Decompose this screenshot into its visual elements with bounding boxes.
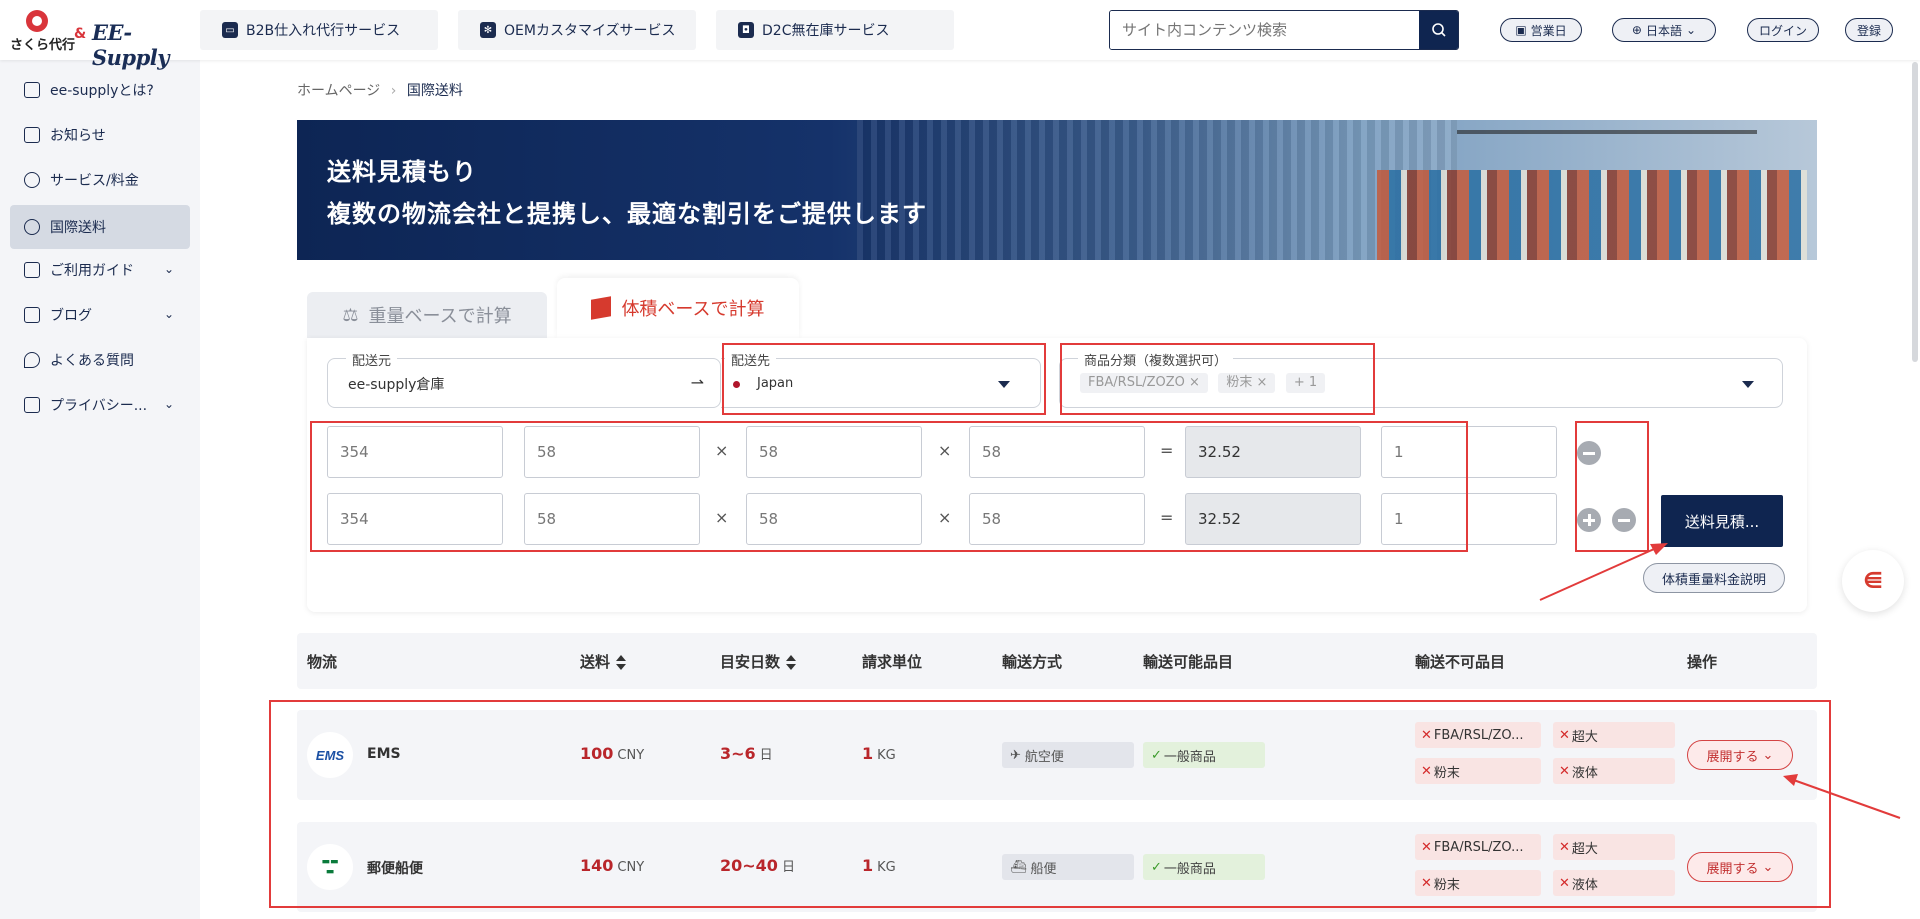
- logo-jp-text: さくら代行: [10, 38, 76, 53]
- faq-icon: [24, 352, 40, 368]
- sidebar-item-blog[interactable]: ブログ ⌄: [10, 293, 190, 337]
- business-days-button[interactable]: ▣ 営業日: [1500, 18, 1582, 42]
- search-icon: [1431, 23, 1446, 37]
- search-button[interactable]: [1419, 11, 1458, 49]
- language-select[interactable]: ⊕ 日本語 ⌄: [1612, 18, 1716, 42]
- sidebar-item-about[interactable]: ee-supplyとは?: [10, 68, 190, 112]
- megaphone-icon: [24, 127, 40, 143]
- login-label: ログイン: [1758, 23, 1807, 38]
- chevron-down-icon: ⌄: [163, 397, 174, 411]
- sidebar-item-label: プライバシー...: [50, 398, 148, 414]
- top-header: さくら代行 & EE-Supply ▭ B2B仕入れ代行サービス ✻ OEMカス…: [0, 0, 1920, 70]
- sidebar-item-guide[interactable]: ご利用ガイド ⌄: [10, 248, 190, 292]
- sidebar-item-shipping[interactable]: 国際送料: [10, 205, 190, 249]
- scrollbar[interactable]: [1912, 62, 1918, 362]
- logo-brand: EE-Supply: [92, 20, 169, 70]
- menu-toggle-button[interactable]: ⋹: [1842, 550, 1904, 612]
- login-button[interactable]: ログイン: [1747, 18, 1819, 42]
- service-d2c-label: D2C無在庫サービス: [762, 23, 890, 39]
- arrowhead: [1783, 774, 1798, 786]
- sidebar-item-label: お知らせ: [50, 128, 106, 144]
- chevron-down-icon: ⌄: [163, 262, 174, 276]
- sidebar-item-faq[interactable]: よくある質問: [10, 338, 190, 382]
- sidebar-item-news[interactable]: お知らせ: [10, 113, 190, 157]
- list-collapse-icon: ⋹: [1863, 568, 1883, 594]
- site-search: [1109, 10, 1459, 50]
- site-logo[interactable]: さくら代行 & EE-Supply: [8, 8, 190, 70]
- language-label: 日本語: [1645, 23, 1682, 38]
- blog-icon: [24, 307, 40, 323]
- annotation-arrows: [1539, 543, 1901, 819]
- guide-icon: [24, 262, 40, 278]
- privacy-icon: [24, 397, 40, 413]
- shopping-bag-icon: ◘: [738, 22, 754, 38]
- chevron-down-icon: ⌄: [1686, 23, 1697, 37]
- search-input[interactable]: [1110, 11, 1420, 49]
- arrow-to-quote: [1539, 544, 1664, 601]
- bag-icon: ▭: [222, 22, 238, 38]
- sidebar-item-label: サービス/料金: [50, 173, 139, 189]
- service-oem-button[interactable]: ✻ OEMカスタマイズサービス: [458, 10, 696, 50]
- arrow-to-expand: [1787, 777, 1901, 819]
- globe-icon: [24, 219, 40, 235]
- sakura-logo-icon: [26, 10, 48, 32]
- sidebar-item-label: ご利用ガイド: [50, 263, 134, 279]
- sidebar-item-label: よくある質問: [50, 353, 134, 369]
- yen-icon: [24, 172, 40, 188]
- sidebar: ee-supplyとは? お知らせ サービス/料金 国際送料 ご利用ガイド ⌄ …: [0, 60, 200, 919]
- sidebar-item-services[interactable]: サービス/料金: [10, 158, 190, 202]
- oem-icon: ✻: [480, 22, 496, 38]
- sidebar-item-privacy[interactable]: プライバシー... ⌄: [10, 383, 190, 427]
- service-b2b-label: B2B仕入れ代行サービス: [246, 23, 401, 39]
- sidebar-item-label: ee-supplyとは?: [50, 83, 154, 99]
- service-oem-label: OEMカスタマイズサービス: [504, 23, 676, 39]
- register-label: 登録: [1856, 23, 1881, 38]
- service-d2c-button[interactable]: ◘ D2C無在庫サービス: [716, 10, 954, 50]
- main-content: ホームページ › 国際送料 送料見積もり 複数の物流会社と提携し、最適な割引をご…: [200, 60, 1920, 919]
- business-days-label: 営業日: [1530, 23, 1567, 38]
- home-icon: [24, 82, 40, 98]
- calendar-icon: ▣: [1515, 23, 1527, 37]
- sidebar-item-label: ブログ: [50, 308, 92, 324]
- globe-icon: ⊕: [1631, 23, 1642, 37]
- chevron-down-icon: ⌄: [163, 307, 174, 321]
- register-button[interactable]: 登録: [1845, 18, 1893, 42]
- logo-amp: &: [74, 26, 87, 42]
- service-b2b-button[interactable]: ▭ B2B仕入れ代行サービス: [200, 10, 438, 50]
- sidebar-item-label: 国際送料: [50, 220, 106, 236]
